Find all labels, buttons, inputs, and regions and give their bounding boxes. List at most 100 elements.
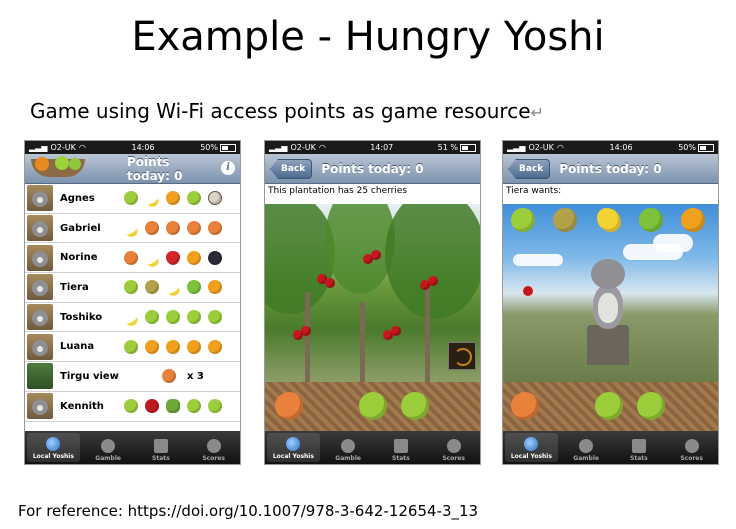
strawberry-icon	[166, 250, 180, 265]
tab-local-yoshis[interactable]: Local Yoshis	[267, 433, 320, 462]
cherry[interactable]	[391, 326, 401, 336]
banana-icon	[124, 310, 138, 324]
stats-icon	[393, 439, 408, 453]
tab-label: Stats	[630, 455, 648, 462]
status-bar: ▂▃▅ O2-UK ◠ 14:07 51 %	[265, 141, 480, 154]
signal-icon: ▂▃▅	[29, 143, 48, 152]
slide-subtitle: Game using Wi-Fi access points as game r…	[30, 99, 544, 123]
lime-icon[interactable]	[637, 392, 665, 420]
tab-bar: Local Yoshis Gamble Stats Scores	[25, 431, 240, 464]
wants-caption: Tiera wants:	[503, 184, 718, 198]
list-item[interactable]: Gabriel	[25, 214, 240, 244]
orange-icon	[187, 339, 201, 354]
tab-gamble[interactable]: Gamble	[322, 431, 375, 464]
cherry[interactable]	[325, 278, 335, 288]
row-name: Norine	[60, 252, 98, 264]
reference-note: For reference: https://doi.org/10.1007/9…	[18, 502, 478, 520]
lime-icon[interactable]	[595, 392, 623, 420]
battery-icon	[697, 143, 714, 152]
tab-label: Scores	[680, 455, 703, 462]
location-thumbnail	[27, 363, 53, 390]
lime-icon[interactable]	[401, 392, 429, 420]
tab-label: Local Yoshis	[272, 453, 314, 460]
tab-gamble[interactable]: Gamble	[560, 431, 613, 464]
battery-icon	[460, 143, 476, 152]
orange-icon	[681, 208, 705, 232]
cherry[interactable]	[301, 326, 311, 336]
tab-scores[interactable]: Scores	[187, 431, 240, 464]
tab-label: Gamble	[573, 455, 599, 462]
yoshi-character[interactable]	[583, 259, 633, 365]
cherry-icon	[523, 286, 533, 296]
carrier-label: O2-UK	[290, 143, 316, 152]
tree-crop-icon[interactable]	[448, 342, 476, 370]
list-item[interactable]: Toshiko	[25, 303, 240, 333]
tab-gamble[interactable]: Gamble	[82, 431, 135, 464]
battery-label: 51 %	[437, 143, 458, 152]
kiwi-icon	[553, 208, 577, 232]
fruit-basket	[503, 382, 718, 432]
fruit-row	[124, 339, 222, 354]
peach-icon[interactable]	[275, 392, 303, 420]
points-title: Points today: 0	[321, 161, 424, 176]
clock: 14:07	[370, 143, 394, 152]
tab-bar: Local Yoshis Gamble Stats Scores	[265, 431, 480, 464]
row-name: Toshiko	[60, 311, 103, 323]
fleur-de-lis-icon	[341, 439, 356, 453]
lime-icon	[208, 310, 222, 325]
points-title: Points today: 0	[127, 154, 183, 183]
row-name: Tirgu view	[60, 370, 119, 382]
list-item[interactable]: Norine	[25, 243, 240, 274]
clock: 14:06	[131, 143, 155, 152]
lime-icon	[187, 310, 201, 325]
lime-icon[interactable]	[359, 392, 387, 420]
row-name: Tiera	[60, 281, 89, 293]
fleur-de-lis-icon	[579, 439, 594, 453]
avatar	[27, 304, 53, 331]
lime-icon	[124, 399, 138, 414]
list-item[interactable]: Agnes	[25, 184, 240, 214]
tab-local-yoshis[interactable]: Local Yoshis	[505, 433, 558, 462]
tab-stats[interactable]: Stats	[135, 431, 188, 464]
fleur-de-lis-icon	[101, 439, 116, 453]
cherry[interactable]	[371, 250, 381, 260]
tab-scores[interactable]: Scores	[427, 431, 480, 464]
info-button[interactable]: i	[221, 161, 235, 175]
orange-icon	[208, 339, 222, 354]
tab-label: Gamble	[335, 455, 361, 462]
nav-bar: Back Points today: 0	[265, 154, 480, 184]
tab-scores[interactable]: Scores	[665, 431, 718, 464]
lime-icon	[124, 280, 138, 295]
tab-local-yoshis[interactable]: Local Yoshis	[27, 433, 80, 462]
avatar	[27, 244, 53, 271]
tab-stats[interactable]: Stats	[375, 431, 428, 464]
phone-screen-list: ▂▃▅ O2-UK ◠ 14:06 50% Points today: 0 i Ag…	[24, 140, 241, 465]
banana-icon	[145, 251, 159, 265]
peach-icon	[162, 369, 176, 384]
peach-icon[interactable]	[511, 392, 539, 420]
points-title: Points today: 0	[559, 161, 662, 176]
cherry[interactable]	[428, 276, 438, 286]
banana-icon	[145, 191, 159, 205]
fruit-row	[124, 250, 222, 265]
list-item[interactable]: Tiera	[25, 273, 240, 303]
tab-label: Scores	[202, 455, 225, 462]
fruit-row	[124, 280, 222, 295]
list-item[interactable]: Kennith	[25, 392, 240, 422]
tab-label: Stats	[152, 455, 170, 462]
banana-icon	[597, 208, 621, 232]
fruit-row	[124, 310, 222, 325]
battery-icon	[219, 143, 236, 152]
peach-icon	[208, 221, 222, 236]
plantation-caption: This plantation has 25 cherries	[265, 184, 480, 198]
orange-icon	[187, 250, 201, 265]
orange-icon	[208, 280, 222, 295]
tab-stats[interactable]: Stats	[613, 431, 666, 464]
kiwi-icon	[145, 280, 159, 295]
yoshi-scene	[503, 204, 718, 382]
fruit-bowl-icon	[31, 156, 85, 177]
lime-icon	[511, 208, 535, 232]
list-item[interactable]: Tirgu view x 3	[25, 362, 240, 392]
clock: 14:06	[609, 143, 633, 152]
list-item[interactable]: Luana	[25, 332, 240, 363]
